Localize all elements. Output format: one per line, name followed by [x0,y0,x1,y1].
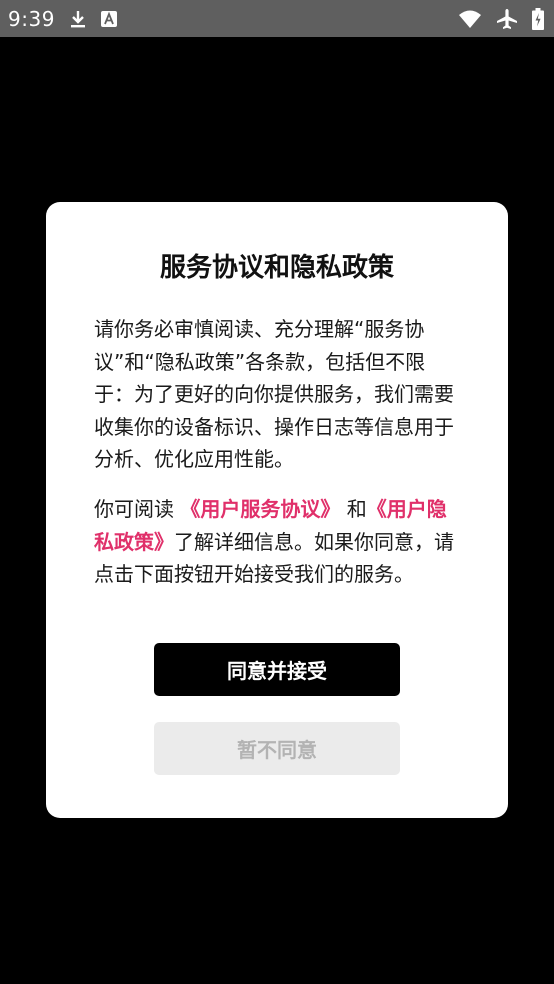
airplane-icon [496,8,518,30]
paragraph-prefix: 你可阅读 [94,497,181,521]
dialog-paragraph-links: 你可阅读 《用户服务协议》 和《用户隐私政策》了解详细信息。如果你同意，请点击下… [94,493,464,591]
agree-button[interactable]: 同意并接受 [154,643,400,696]
status-right [458,7,544,30]
dialog-title: 服务协议和隐私政策 [159,253,394,283]
download-icon [69,9,87,29]
text-badge-icon [100,10,117,27]
status-left: 9:39 [8,7,117,31]
user-agreement-link[interactable]: 《用户服务协议》 [180,497,340,521]
status-bar: 9:39 [0,0,554,37]
dialog-paragraph-intro: 请你务必审慎阅读、充分理解“服务协议”和“隐私政策”各条款，包括但不限于：为了更… [94,317,454,471]
paragraph-middle: 和 [340,497,367,521]
privacy-dialog: 服务协议和隐私政策 请你务必审慎阅读、充分理解“服务协议”和“隐私政策”各条款，… [46,202,508,818]
status-time: 9:39 [8,6,55,31]
battery-icon [532,7,544,30]
wifi-icon [458,9,482,29]
disagree-button[interactable]: 暂不同意 [154,722,400,775]
